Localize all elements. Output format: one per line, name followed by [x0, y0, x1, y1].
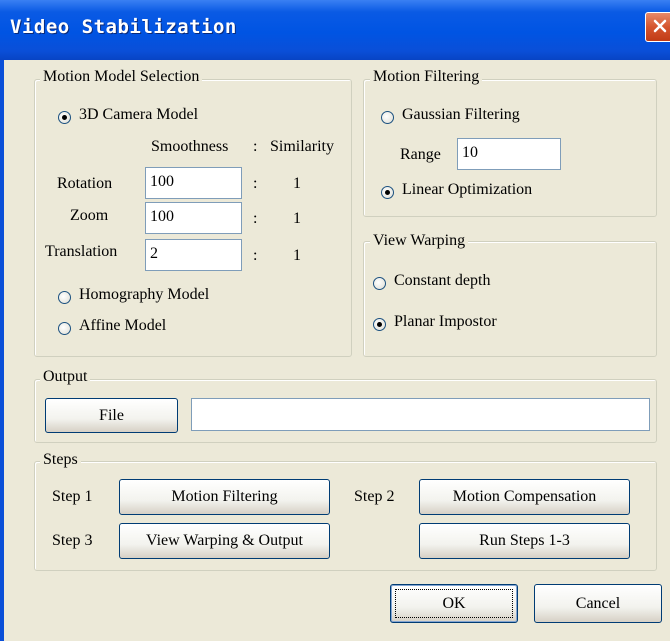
file-button[interactable]: File [45, 398, 178, 433]
gaussian-filtering-radio[interactable] [381, 111, 394, 124]
rotation-smoothness-input[interactable]: 100 [145, 167, 242, 199]
rotation-separator: : [253, 175, 258, 192]
affine-model-label: Affine Model [79, 317, 167, 334]
run-steps-button[interactable]: Run Steps 1-3 [419, 523, 630, 559]
motion-compensation-button[interactable]: Motion Compensation [419, 479, 630, 515]
camera-model-radio[interactable] [58, 111, 71, 124]
gaussian-filtering-label: Gaussian Filtering [402, 106, 520, 123]
cancel-button[interactable]: Cancel [534, 584, 662, 623]
window-frame-left [0, 60, 4, 641]
homography-model-radio[interactable] [58, 291, 71, 304]
range-input[interactable]: 10 [457, 138, 561, 170]
close-icon [653, 19, 667, 33]
zoom-label: Zoom [70, 207, 109, 224]
steps-group-title: Steps [40, 451, 81, 469]
range-label: Range [400, 146, 441, 163]
motion-filtering-button[interactable]: Motion Filtering [119, 479, 330, 515]
step2-label: Step 2 [354, 488, 395, 505]
linear-optimization-label: Linear Optimization [402, 181, 533, 198]
step1-label: Step 1 [52, 488, 93, 505]
output-group-title: Output [40, 368, 91, 386]
affine-model-radio[interactable] [58, 322, 71, 335]
ok-focus-ring [395, 589, 513, 618]
view-warping-group [363, 241, 657, 357]
close-button[interactable] [645, 12, 670, 42]
translation-separator: : [253, 247, 258, 264]
translation-label: Translation [45, 243, 118, 260]
planar-impostor-radio[interactable] [373, 318, 386, 331]
motion-model-group-title: Motion Model Selection [40, 68, 203, 86]
ok-button[interactable]: OK [390, 584, 518, 623]
homography-model-label: Homography Model [79, 286, 210, 303]
output-path-input[interactable] [191, 398, 650, 431]
motion-filtering-group-title: Motion Filtering [370, 68, 483, 86]
zoom-similarity: 1 [293, 210, 301, 227]
zoom-separator: : [253, 210, 258, 227]
view-warping-group-title: View Warping [370, 232, 469, 250]
view-warping-output-button[interactable]: View Warping & Output [119, 523, 330, 559]
window-title: Video Stabilization [10, 16, 237, 38]
translation-smoothness-input[interactable]: 2 [145, 239, 242, 271]
rotation-similarity: 1 [293, 175, 301, 192]
linear-optimization-radio[interactable] [381, 186, 394, 199]
planar-impostor-label: Planar Impostor [394, 313, 497, 330]
rotation-label: Rotation [57, 175, 113, 192]
column-separator: : [253, 138, 258, 155]
constant-depth-label: Constant depth [394, 272, 491, 289]
constant-depth-radio[interactable] [373, 277, 386, 290]
smoothness-header: Smoothness [151, 138, 229, 155]
step3-label: Step 3 [52, 532, 93, 549]
translation-similarity: 1 [293, 247, 301, 264]
camera-model-label: 3D Camera Model [79, 106, 199, 123]
similarity-header: Similarity [270, 138, 334, 155]
zoom-smoothness-input[interactable]: 100 [145, 202, 242, 234]
